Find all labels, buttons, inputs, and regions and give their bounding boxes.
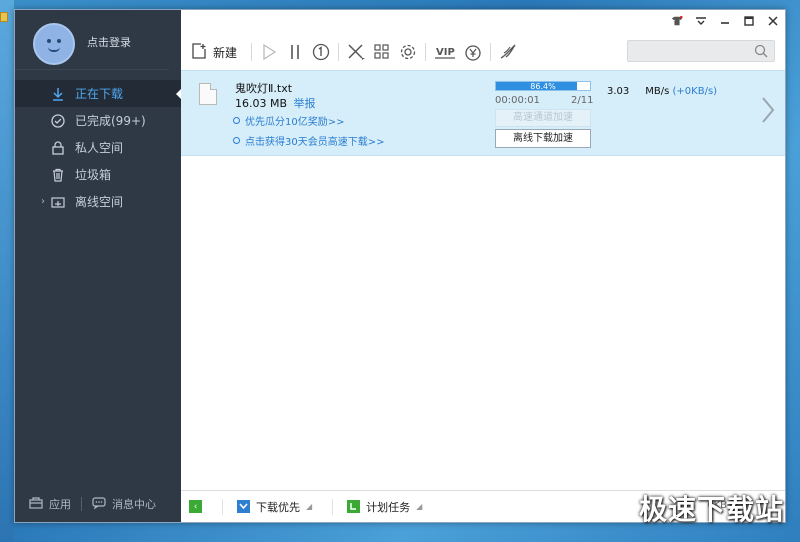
messages-label: 消息中心 xyxy=(112,498,156,511)
new-task-label: 新建 xyxy=(213,45,238,60)
profile-area: 点击登录 xyxy=(15,10,169,70)
skin-shirt-icon[interactable] xyxy=(671,15,683,27)
vip-icon[interactable]: VIP xyxy=(434,43,456,61)
progress-percent: 86.4% xyxy=(530,82,556,91)
sidebar-item-private-space[interactable]: 私人空间 xyxy=(15,134,181,161)
collapse-left-icon[interactable]: ‹ xyxy=(189,500,202,513)
task-size-value: 16.03 MB xyxy=(235,97,288,110)
lock-icon xyxy=(51,140,65,155)
sidebar-item-label: 离线空间 xyxy=(75,195,124,209)
priority-shield-icon xyxy=(237,500,250,513)
scheduled-task-button[interactable]: 计划任务 ◢ xyxy=(347,499,422,515)
bird-share-icon[interactable] xyxy=(499,43,517,61)
sidebar: 点击登录 正在下载 已完成(99+) 私人空间 垃圾箱 › 离线空间 应用 消息… xyxy=(15,10,182,522)
offline-accelerate-button[interactable]: 离线下载加速 xyxy=(495,129,591,148)
cloud-folder-icon xyxy=(51,195,65,209)
caret-icon: ◢ xyxy=(416,502,423,511)
check-circle-icon xyxy=(51,113,65,128)
login-link[interactable]: 点击登录 xyxy=(87,34,131,50)
caret-icon: ◢ xyxy=(306,502,313,511)
new-file-plus-icon xyxy=(191,42,207,62)
download-arrow-icon xyxy=(51,87,65,101)
start-play-icon[interactable] xyxy=(260,43,278,61)
sidebar-item-trash[interactable]: 垃圾箱 xyxy=(15,161,181,188)
download-speed: 3.03 MB/s (+0KB/s) xyxy=(607,86,717,97)
main-panel: 新建 VIP 鬼吹灯Ⅱ.txt 16.03 MB 举报 优先瓜分10亿奖励>> … xyxy=(181,10,785,522)
desktop-background xyxy=(0,0,14,542)
segment-count: 2/11 xyxy=(571,95,594,106)
minimize-icon[interactable] xyxy=(719,15,731,27)
speed-value: 3.03 xyxy=(607,86,630,97)
yuan-coin-icon[interactable] xyxy=(464,43,482,61)
maximize-icon[interactable] xyxy=(743,15,755,27)
download-task-row[interactable]: 鬼吹灯Ⅱ.txt 16.03 MB 举报 优先瓜分10亿奖励>> 点击获得30天… xyxy=(181,70,785,156)
sidebar-item-label: 私人空间 xyxy=(75,141,124,155)
chevron-right-icon[interactable]: › xyxy=(41,196,45,207)
circle-bullet-icon xyxy=(233,137,240,144)
desktop-folder-icon xyxy=(0,12,8,22)
schedule-label: 计划任务 xyxy=(366,500,411,514)
task-filename: 鬼吹灯Ⅱ.txt xyxy=(235,82,293,95)
divider xyxy=(490,43,492,61)
apps-button[interactable]: 应用 xyxy=(29,496,71,512)
divider xyxy=(332,498,334,515)
progress-bar: 86.4% xyxy=(495,81,591,91)
search-icon[interactable] xyxy=(754,44,768,61)
sidebar-item-offline-space[interactable]: › 离线空间 xyxy=(15,188,181,215)
sidebar-item-label: 垃圾箱 xyxy=(75,168,112,182)
priority-one-icon[interactable] xyxy=(312,43,330,61)
chat-bubble-icon xyxy=(92,496,106,512)
sidebar-nav: 正在下载 已完成(99+) 私人空间 垃圾箱 › 离线空间 xyxy=(15,80,182,215)
window-controls xyxy=(671,15,779,27)
download-priority-button[interactable]: 下载优先 ◢ xyxy=(237,499,312,515)
sidebar-item-downloading[interactable]: 正在下载 xyxy=(15,80,182,107)
promo-link-1[interactable]: 优先瓜分10亿奖励>> xyxy=(233,113,344,128)
new-task-button[interactable]: 新建 xyxy=(191,42,238,62)
svg-text:VIP: VIP xyxy=(436,47,455,58)
sidebar-item-label: 正在下载 xyxy=(75,87,124,101)
promo-text-1: 优先瓜分10亿奖励>> xyxy=(245,117,345,128)
divider xyxy=(222,498,223,515)
sidebar-item-completed[interactable]: 已完成(99+) xyxy=(15,107,181,134)
task-size: 16.03 MB 举报 xyxy=(235,95,316,111)
schedule-clock-icon xyxy=(347,500,361,513)
apps-label: 应用 xyxy=(49,498,71,511)
divider xyxy=(425,43,427,61)
settings-gear-icon[interactable] xyxy=(399,43,417,61)
elapsed-time: 00:00:01 xyxy=(495,95,540,106)
search-box[interactable] xyxy=(627,40,775,62)
grid-apps-icon[interactable] xyxy=(373,43,391,61)
priority-label: 下载优先 xyxy=(256,500,300,514)
speed-extra: (+0KB/s) xyxy=(672,86,718,97)
sidebar-item-label: 已完成(99+) xyxy=(75,114,146,128)
menu-dropdown-icon[interactable] xyxy=(695,15,707,27)
text-file-icon xyxy=(199,83,217,105)
speed-unit: MB/s xyxy=(645,86,670,97)
watermark-logo: 极速下载站 xyxy=(638,493,784,526)
pause-icon[interactable] xyxy=(286,43,304,61)
delete-x-icon[interactable] xyxy=(347,43,366,61)
divider xyxy=(251,43,253,61)
avatar[interactable] xyxy=(33,22,75,65)
close-icon[interactable] xyxy=(767,15,779,27)
trash-icon xyxy=(51,168,65,182)
title-bar xyxy=(181,10,785,36)
messages-button[interactable]: 消息中心 xyxy=(92,496,156,512)
highspeed-channel-button[interactable]: 高速通道加速 xyxy=(495,109,591,127)
apps-box-icon xyxy=(29,496,43,512)
app-window: 点击登录 正在下载 已完成(99+) 私人空间 垃圾箱 › 离线空间 应用 消息… xyxy=(14,9,786,523)
sidebar-footer: 应用 消息中心 xyxy=(29,496,181,512)
promo-text-2: 点击获得30天会员高速下载>> xyxy=(245,137,385,148)
promo-link-2[interactable]: 点击获得30天会员高速下载>> xyxy=(233,133,384,148)
circle-bullet-icon xyxy=(233,117,240,124)
report-link[interactable]: 举报 xyxy=(294,97,316,110)
divider xyxy=(81,497,82,511)
divider xyxy=(338,43,340,61)
toolbar: 新建 VIP xyxy=(181,36,785,68)
chevron-right-icon[interactable] xyxy=(761,97,775,126)
